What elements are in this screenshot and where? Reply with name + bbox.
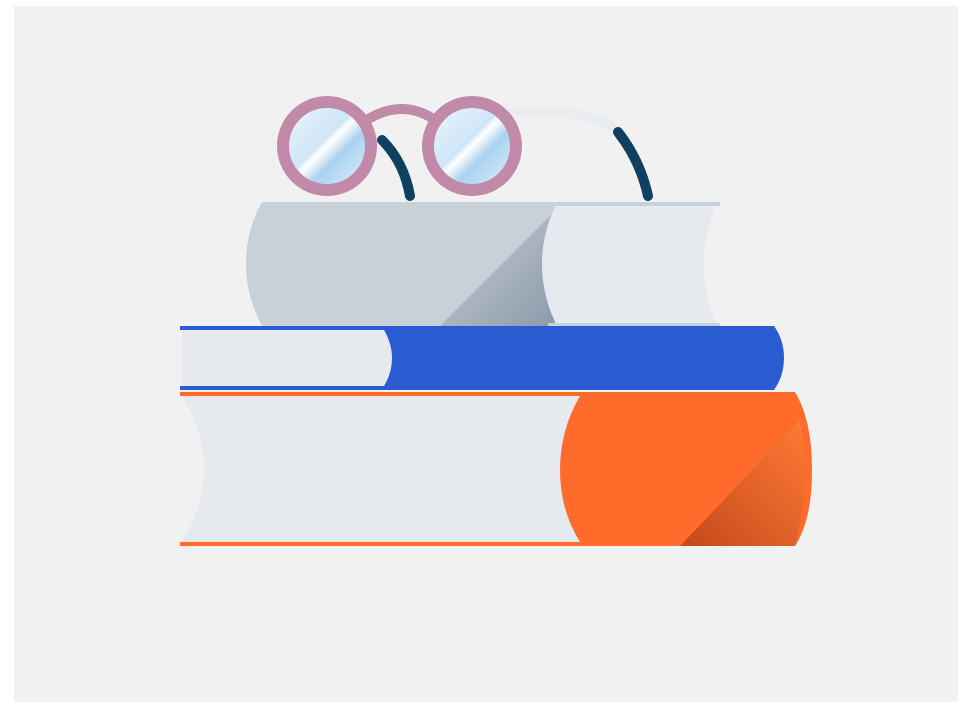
bottom-book-orange (180, 392, 812, 546)
illustration-frame (0, 0, 962, 706)
books-illustration (14, 6, 958, 702)
middle-book-blue (180, 326, 784, 390)
top-book-grey (246, 202, 720, 326)
